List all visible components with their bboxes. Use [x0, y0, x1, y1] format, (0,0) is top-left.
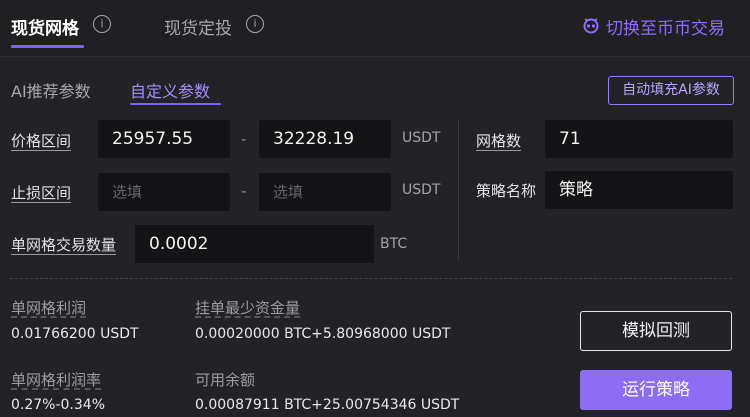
quantity-unit: BTC — [380, 236, 408, 252]
per-grid-profit-rate-label: 单网格利润率 — [11, 371, 102, 389]
tab-ai-params[interactable]: AI推荐参数 — [11, 78, 91, 102]
per-grid-quantity-label: 单网格交易数量 — [11, 236, 117, 254]
column-divider — [458, 120, 459, 260]
tab-custom-params[interactable]: 自定义参数 — [130, 78, 210, 102]
active-tab-underline — [11, 45, 84, 48]
stop-loss-high-input[interactable]: 选填 — [259, 173, 391, 211]
min-order-funds-value: 0.00020000 BTC+5.80968000 USDT — [195, 326, 451, 342]
min-order-funds-label: 挂单最少资金量 — [195, 299, 301, 317]
tab-spot-fixed-investment[interactable]: 现货定投 — [164, 14, 232, 39]
per-grid-profit-label: 单网格利润 — [11, 299, 87, 317]
strategy-name-label: 策略名称 — [476, 182, 537, 200]
stop-loss-unit: USDT — [402, 182, 441, 198]
backtest-button[interactable]: 模拟回测 — [580, 311, 732, 351]
range-separator: - — [241, 182, 247, 200]
switch-to-spot-trading-link[interactable]: 切换至币币交易 — [606, 14, 725, 39]
stop-loss-low-input[interactable]: 选填 — [98, 173, 230, 211]
active-subtab-underline — [130, 103, 221, 105]
grid-count-input[interactable]: 71 — [545, 120, 733, 158]
info-icon[interactable]: i — [246, 15, 264, 33]
section-divider — [10, 278, 732, 279]
price-range-label: 价格区间 — [11, 132, 72, 150]
available-balance-value: 0.00087911 BTC+25.00754346 USDT — [195, 397, 460, 413]
price-unit: USDT — [402, 130, 441, 146]
available-balance-label: 可用余额 — [195, 371, 256, 389]
strategy-name-input[interactable]: 策略 — [545, 171, 733, 209]
range-separator: - — [241, 130, 247, 148]
per-grid-profit-rate-value: 0.27%-0.34% — [11, 397, 106, 413]
tab-spot-grid[interactable]: 现货网格 — [11, 14, 79, 39]
stop-loss-range-label: 止损区间 — [11, 184, 72, 202]
price-low-input[interactable]: 25957.55 — [98, 120, 230, 158]
per-grid-profit-value: 0.01766200 USDT — [11, 326, 139, 342]
run-strategy-button[interactable]: 运行策略 — [580, 370, 732, 410]
price-high-input[interactable]: 32228.19 — [259, 120, 391, 158]
switch-icon[interactable] — [582, 16, 600, 34]
grid-count-label: 网格数 — [476, 132, 522, 150]
per-grid-quantity-input[interactable]: 0.0002 — [135, 225, 374, 263]
info-icon[interactable]: i — [93, 15, 111, 33]
autofill-ai-params-button[interactable]: 自动填充AI参数 — [608, 76, 734, 105]
